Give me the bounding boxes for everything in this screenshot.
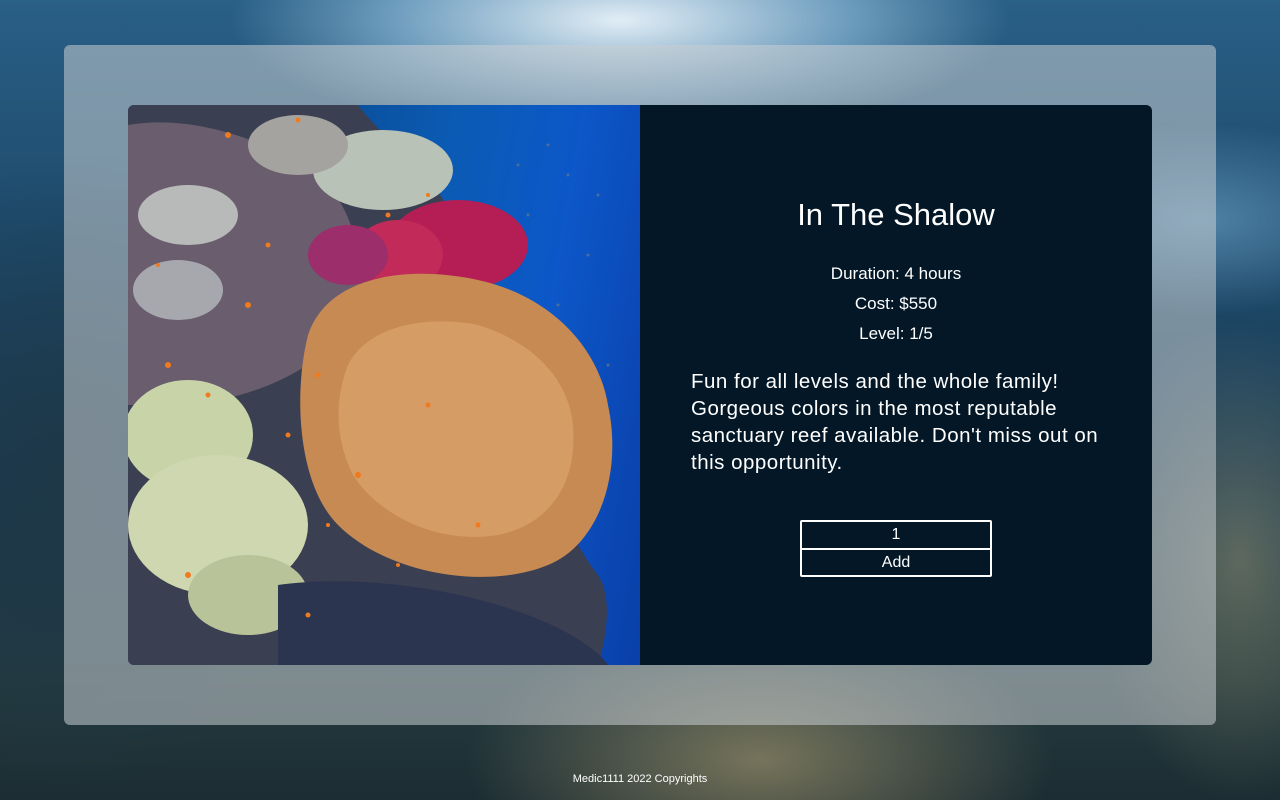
tour-card: In The Shalow Duration: 4 hours Cost: $5… bbox=[128, 105, 1152, 665]
coral-reef-image bbox=[128, 105, 640, 665]
tour-meta: Duration: 4 hours Cost: $550 Level: 1/5 bbox=[640, 259, 1152, 349]
quantity-input[interactable] bbox=[800, 520, 992, 550]
tour-description: Fun for all levels and the whole family!… bbox=[691, 370, 1099, 474]
tour-info-panel: In The Shalow Duration: 4 hours Cost: $5… bbox=[640, 105, 1152, 665]
tour-duration: Duration: 4 hours bbox=[830, 264, 962, 283]
footer-copyright: Medic1111 2022 Copyrights bbox=[572, 773, 708, 785]
add-button[interactable]: Add bbox=[800, 548, 992, 577]
tour-title: In The Shalow bbox=[797, 197, 995, 232]
tour-level: Level: 1/5 bbox=[859, 324, 933, 343]
tour-cost: Cost: $550 bbox=[854, 294, 938, 313]
